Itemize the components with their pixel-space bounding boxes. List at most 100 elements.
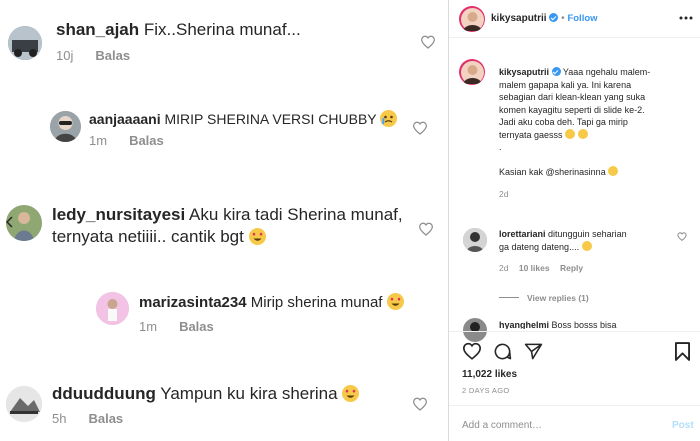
comment-time: 1m bbox=[89, 133, 108, 148]
comment-meta: 1m Balas bbox=[89, 133, 164, 148]
comment-time: 10j bbox=[56, 48, 74, 63]
caption-line: komen kayagitu seperti di slide ke-2. bbox=[499, 104, 645, 115]
reply-button[interactable]: Reply bbox=[560, 263, 583, 273]
heart-icon[interactable] bbox=[677, 232, 687, 241]
reply-button[interactable]: Balas bbox=[129, 133, 164, 148]
smile-emoji-icon bbox=[608, 165, 619, 176]
comment-row: dduudduung Yampun ku kira sherina bbox=[52, 383, 360, 405]
comment-bubble-icon[interactable] bbox=[493, 342, 512, 361]
caption-line: Yaaa ngehalu malem- bbox=[562, 67, 651, 77]
separator-dot: • bbox=[561, 13, 565, 24]
heart-icon[interactable] bbox=[418, 222, 434, 236]
like-heart-icon[interactable] bbox=[462, 342, 482, 360]
reply-button[interactable]: Balas bbox=[88, 411, 123, 426]
post-sidebar: kikysaputrii • Follow kikysaputrii Yaaa … bbox=[448, 0, 700, 441]
comment-username[interactable]: lorettariani bbox=[499, 229, 546, 239]
comment-username[interactable]: hyanghelmi bbox=[499, 320, 549, 329]
avatar-image-icon bbox=[463, 318, 487, 342]
caption-line: Jadi aku coba deh. Tapi ga mirip bbox=[499, 117, 628, 127]
heart-icon[interactable] bbox=[412, 397, 428, 411]
post-date: 2 DAYS AGO bbox=[462, 386, 510, 395]
sidebar-comment: hyanghelmi Boss bosss bisa bbox=[499, 319, 679, 329]
avatar[interactable] bbox=[6, 386, 42, 422]
avatar[interactable] bbox=[96, 292, 129, 325]
caption-time: 2d bbox=[499, 189, 509, 199]
comment-username[interactable]: shan_ajah bbox=[56, 20, 139, 39]
comment-likes[interactable]: 10 likes bbox=[519, 263, 550, 273]
likes-count[interactable]: 11,022 likes bbox=[462, 369, 517, 380]
view-replies-button[interactable]: View replies (1) bbox=[499, 293, 589, 303]
comment-text: Fix..Sherina munaf... bbox=[143, 20, 301, 39]
post-header: kikysaputrii • Follow bbox=[449, 0, 700, 38]
avatar-image-icon bbox=[460, 7, 484, 31]
bookmark-icon[interactable] bbox=[675, 342, 690, 361]
comment-text: Mirip sherina munaf bbox=[250, 294, 383, 311]
sidebar-comment: lorettariani ditungguin seharian ga date… bbox=[499, 228, 679, 275]
reply-button[interactable]: Balas bbox=[95, 48, 130, 63]
crying-emoji-icon bbox=[581, 240, 592, 251]
comment-text: ditungguin seharian bbox=[548, 229, 627, 239]
comment-row: aanjaaaani MIRIP SHERINA VERSI CHUBBY bbox=[89, 108, 398, 130]
chevron-left-icon[interactable] bbox=[6, 216, 14, 228]
avatar-image-icon bbox=[463, 228, 487, 252]
comment-meta: 10j Balas bbox=[56, 48, 130, 63]
comment-text: ga dateng dateng.... bbox=[499, 241, 580, 252]
comment-username[interactable]: ledy_nursitayesi bbox=[52, 205, 185, 224]
caption-line: ternyata gaesss bbox=[499, 129, 563, 140]
comment-row: shan_ajah Fix..Sherina munaf... bbox=[56, 19, 301, 41]
caption: kikysaputrii Yaaa ngehalu malem- malem g… bbox=[499, 66, 695, 201]
caption-line: . bbox=[499, 142, 502, 152]
verified-badge-icon bbox=[549, 13, 559, 22]
avatar-image-icon bbox=[8, 26, 42, 60]
avatar[interactable] bbox=[459, 6, 485, 32]
more-options-icon[interactable] bbox=[679, 16, 693, 20]
heart-eyes-emoji-icon bbox=[342, 385, 360, 402]
header-title: kikysaputrii • Follow bbox=[491, 13, 598, 26]
divider bbox=[449, 331, 700, 332]
heart-icon[interactable] bbox=[412, 121, 428, 135]
caption-username[interactable]: kikysaputrii bbox=[499, 67, 549, 77]
comment-meta: 1m Balas bbox=[139, 319, 214, 334]
heart-eyes-emoji-icon bbox=[248, 228, 266, 245]
avatar[interactable] bbox=[463, 228, 487, 252]
author-username[interactable]: kikysaputrii bbox=[491, 13, 547, 24]
comment-username[interactable]: marizasinta234 bbox=[139, 294, 247, 311]
instagram-comments-screenshot: shan_ajah Fix..Sherina munaf... 10j Balas… bbox=[0, 0, 700, 441]
comment-row: ledy_nursitayesi Aku kira tadi Sherina m… bbox=[52, 204, 403, 226]
crying-emoji-icon bbox=[380, 110, 398, 127]
add-comment-input[interactable]: Add a comment… bbox=[462, 420, 542, 431]
comment-username[interactable]: aanjaaaani bbox=[89, 111, 161, 127]
comment-row: marizasinta234 Mirip sherina munaf bbox=[139, 292, 404, 314]
reply-button[interactable]: Balas bbox=[179, 319, 214, 334]
avatar[interactable] bbox=[50, 111, 81, 142]
zoomed-comments-panel: shan_ajah Fix..Sherina munaf... 10j Balas… bbox=[0, 0, 448, 441]
avatar-image-icon bbox=[460, 60, 484, 84]
caption-line: malem gapapa kali ya. Ini karena bbox=[499, 79, 632, 90]
post-comment-button[interactable]: Post bbox=[672, 420, 694, 431]
avatar[interactable] bbox=[8, 26, 42, 60]
divider bbox=[449, 405, 700, 406]
comment-text: Boss bosss bisa bbox=[551, 320, 617, 329]
heart-eyes-emoji-icon bbox=[386, 293, 404, 310]
avatar[interactable] bbox=[463, 318, 487, 342]
comment-text: MIRIP SHERINA VERSI CHUBBY bbox=[164, 111, 377, 127]
comment-text-line2: ternyata netiiii.. cantik bgt bbox=[52, 227, 244, 246]
comment-meta: 5h Balas bbox=[52, 411, 123, 426]
avatar-image-icon bbox=[96, 292, 129, 325]
comment-text-line1: Aku kira tadi Sherina munaf, bbox=[189, 205, 403, 224]
comment-time: 1m bbox=[139, 319, 158, 334]
share-icon[interactable] bbox=[524, 342, 543, 361]
comment-username[interactable]: dduudduung bbox=[52, 384, 156, 403]
verified-badge-icon bbox=[551, 67, 561, 76]
comment-time: 5h bbox=[52, 411, 67, 426]
caption-line: sebagian dari klean-klean yang suka bbox=[499, 92, 646, 102]
avatar-image-icon bbox=[50, 111, 81, 142]
replies-divider-line bbox=[499, 297, 519, 298]
follow-button[interactable]: Follow bbox=[567, 13, 597, 24]
comment-time: 2d bbox=[499, 263, 509, 273]
comment-text: Yampun ku kira sherina bbox=[160, 384, 338, 403]
thinking-emoji-icon bbox=[565, 128, 576, 139]
heart-icon[interactable] bbox=[420, 35, 436, 49]
comment-row-continued: ternyata netiiii.. cantik bgt bbox=[52, 226, 266, 248]
avatar[interactable] bbox=[459, 59, 485, 85]
